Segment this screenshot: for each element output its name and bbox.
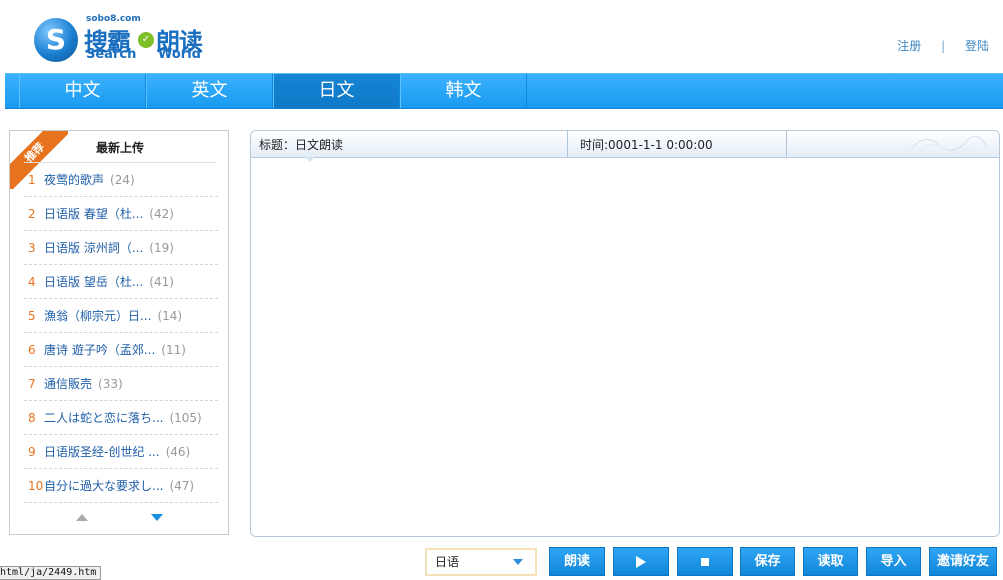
uploads-list: 1 夜莺的歌声 (24) 2 日语版 春望（杜... (42) 3 日语版 涼州詞（...…: [24, 163, 218, 503]
item-number: 5: [28, 309, 36, 323]
item-title-link[interactable]: 夜莺的歌声: [44, 173, 104, 187]
item-count: (19): [149, 241, 174, 255]
language-select-value: 日语: [435, 555, 460, 569]
item-number: 7: [28, 377, 36, 391]
item-count: (42): [149, 207, 174, 221]
logo-leaf-icon: ✓: [138, 32, 154, 48]
list-pager: [10, 512, 228, 524]
logo-s-icon: S: [34, 18, 78, 62]
logo-text-en-1: Search: [86, 47, 137, 62]
item-count: (46): [165, 445, 191, 459]
item-count: (41): [149, 275, 174, 289]
time-label: 时间:: [580, 138, 609, 152]
latest-uploads-panel: 推荐 最新上传 1 夜莺的歌声 (24) 2 日语版 春望（杜... (42) 3 日语版…: [9, 130, 229, 535]
item-count: (47): [169, 479, 195, 493]
reading-text-area[interactable]: [251, 159, 999, 536]
item-title-link[interactable]: 日语版 春望（杜...: [44, 207, 143, 221]
list-item[interactable]: 5 漁翁（柳宗元）日... (14): [24, 299, 218, 333]
item-title-link[interactable]: 自分に過大な要求し...: [44, 479, 163, 493]
scroll-up-arrow-icon[interactable]: [76, 514, 88, 521]
browser-status-bar: html/ja/2449.htm: [0, 566, 102, 580]
list-item[interactable]: 9 日语版圣经-创世纪 ... (46): [24, 435, 218, 469]
invite-friends-button[interactable]: 邀请好友: [929, 547, 997, 576]
item-title-link[interactable]: 日语版圣经-创世纪 ...: [44, 445, 160, 459]
account-links: 注册 | 登陆: [897, 37, 989, 54]
tab-english[interactable]: 英文: [146, 74, 273, 108]
item-title-link[interactable]: 日语版 望岳（杜...: [44, 275, 143, 289]
register-link[interactable]: 注册: [897, 39, 921, 53]
read-aloud-button[interactable]: 朗读: [549, 547, 605, 576]
link-separator: |: [941, 39, 946, 53]
stop-icon: [701, 557, 709, 566]
stop-button[interactable]: [677, 547, 733, 576]
language-nav: 中文 英文 日文 韩文: [5, 73, 1003, 109]
item-count: (11): [161, 343, 186, 357]
item-count: (14): [157, 309, 183, 323]
tab-chinese[interactable]: 中文: [19, 74, 146, 108]
list-item[interactable]: 2 日语版 春望（杜... (42): [24, 197, 218, 231]
item-title-link[interactable]: 日语版 涼州詞（...: [44, 241, 143, 255]
list-item[interactable]: 6 唐诗 遊子吟（孟郊... (11): [24, 333, 218, 367]
list-item[interactable]: 3 日语版 涼州詞（... (19): [24, 231, 218, 265]
tab-japanese[interactable]: 日文: [273, 74, 400, 108]
item-number: 3: [28, 241, 36, 255]
item-number: 10: [28, 479, 44, 493]
item-count: (24): [110, 173, 135, 187]
chevron-down-icon: [513, 559, 523, 565]
item-title-link[interactable]: 漁翁（柳宗元）日...: [44, 309, 151, 323]
load-button[interactable]: 读取: [803, 547, 858, 576]
scroll-down-arrow-icon[interactable]: [151, 514, 163, 521]
time-value: 0001-1-1 0:00:00: [608, 138, 713, 152]
item-title-link[interactable]: 二人は蛇と恋に落ち...: [44, 411, 163, 425]
login-link[interactable]: 登陆: [965, 39, 989, 53]
import-button[interactable]: 导入: [866, 547, 921, 576]
reading-panel: 标题：日文朗读 时间:0001-1-1 0:00:00: [250, 130, 1000, 537]
tab-korean[interactable]: 韩文: [400, 74, 527, 108]
logo-text-en-2: World: [158, 47, 201, 62]
item-number: 1: [28, 173, 36, 187]
play-button[interactable]: [613, 547, 669, 576]
decorative-swirl-icon: [910, 135, 988, 153]
title-value: 日文朗读: [295, 138, 344, 152]
title-label: 标题：: [259, 138, 296, 152]
item-number: 2: [28, 207, 36, 221]
item-title-link[interactable]: 通信販売: [44, 377, 92, 391]
list-item[interactable]: 1 夜莺的歌声 (24): [24, 163, 218, 197]
site-logo[interactable]: S sobo8.com 搜霸 ✓ 朗读 Search World: [34, 14, 214, 64]
reading-header-bar: 标题：日文朗读 时间:0001-1-1 0:00:00: [251, 131, 999, 162]
time-cell: 时间:0001-1-1 0:00:00: [567, 131, 787, 157]
item-number: 9: [28, 445, 36, 459]
list-item[interactable]: 8 二人は蛇と恋に落ち... (105): [24, 401, 218, 435]
list-item[interactable]: 10自分に過大な要求し... (47): [24, 469, 218, 503]
list-item[interactable]: 4 日语版 望岳（杜... (41): [24, 265, 218, 299]
item-title-link[interactable]: 唐诗 遊子吟（孟郊...: [44, 343, 155, 357]
list-item[interactable]: 7 通信販売 (33): [24, 367, 218, 401]
item-count: (105): [169, 411, 202, 425]
panel-title: 最新上传: [24, 139, 216, 163]
play-icon: [636, 555, 646, 568]
item-number: 6: [28, 343, 36, 357]
item-number: 8: [28, 411, 36, 425]
language-select[interactable]: 日语: [425, 548, 537, 576]
item-count: (33): [98, 377, 123, 391]
item-number: 4: [28, 275, 36, 289]
save-button[interactable]: 保存: [740, 547, 795, 576]
title-cell: 标题：日文朗读: [259, 131, 567, 157]
